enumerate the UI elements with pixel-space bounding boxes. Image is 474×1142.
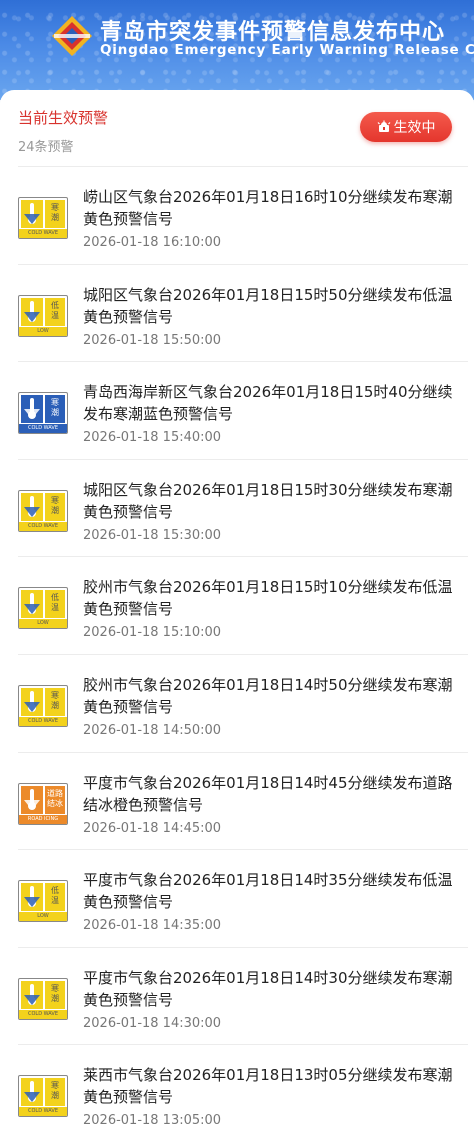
signal-code-text: COLD WAVE xyxy=(19,521,67,531)
signal-code-text: LOW xyxy=(19,619,67,629)
header-banner: 青岛市突发事件预警信息发布中心 Qingdao Emergency Early … xyxy=(0,0,474,100)
warning-title: 城阳区气象台2026年01月18日15时30分继续发布寒潮黄色预警信号 xyxy=(83,480,453,521)
warning-signal-icon-wrapper: 低 温 LOW xyxy=(18,294,68,337)
signal-code-text: COLD WAVE xyxy=(19,716,67,726)
active-filter-button[interactable]: 生效中 xyxy=(360,112,452,142)
warning-signal-icon-wrapper: 道路 结冰 ROAD ICING xyxy=(18,782,68,825)
signal-code-text: LOW xyxy=(19,912,67,922)
active-filter-label: 生效中 xyxy=(393,120,436,136)
warning-count: 24条预警 xyxy=(18,140,74,155)
cold-wave-yellow-icon: 寒 潮 COLD WAVE xyxy=(18,977,68,1020)
cold-wave-yellow-icon: 寒 潮 COLD WAVE xyxy=(18,684,68,727)
warning-item[interactable]: 道路 结冰 ROAD ICING 平度市气象台2026年01月18日14时45分继续… xyxy=(18,751,468,850)
warning-time: 2026-01-18 15:30:00 xyxy=(83,527,222,543)
signal-sign-text: 寒 潮 xyxy=(45,1078,65,1107)
warning-item[interactable]: 低 温 LOW 胶州市气象台2026年01月18日15时10分继续发布低温黄色预警信… xyxy=(18,556,468,654)
warning-title: 青岛西海岸新区气象台2026年01月18日15时40分继续发布寒潮蓝色预警信号 xyxy=(83,383,453,424)
signal-code-text: LOW xyxy=(19,326,67,336)
thermometer-icon xyxy=(21,883,43,912)
warning-title: 胶州市气象台2026年01月18日14时50分继续发布寒潮黄色预警信号 xyxy=(83,675,453,716)
thermometer-icon xyxy=(21,200,43,228)
signal-code-text: COLD WAVE xyxy=(19,229,67,238)
signal-code-text: COLD WAVE xyxy=(19,424,67,434)
warning-title: 城阳区气象台2026年01月18日15时50分继续发布低温黄色预警信号 xyxy=(83,285,453,326)
thermometer-icon xyxy=(21,1078,43,1107)
warning-time: 2026-01-18 14:50:00 xyxy=(83,722,222,738)
warning-title: 崂山区气象台2026年01月18日16时10分继续发布寒潮黄色预警信号 xyxy=(83,188,453,228)
warning-signal-icon-wrapper: 寒 潮 COLD WAVE xyxy=(18,489,68,532)
warning-title: 平度市气象台2026年01月18日14时35分继续发布低温黄色预警信号 xyxy=(83,871,453,912)
warning-time: 2026-01-18 14:35:00 xyxy=(83,918,222,934)
warning-item[interactable]: 寒 潮 COLD WAVE 平度市气象台2026年01月18日14时30分继续发布寒… xyxy=(18,946,468,1045)
warning-item[interactable]: 寒 潮 COLD WAVE 莱西市气象台2026年01月18日13时05分继续发布寒… xyxy=(18,1044,468,1142)
warning-time: 2026-01-18 15:40:00 xyxy=(83,430,222,446)
thermometer-icon xyxy=(21,590,43,619)
cold-wave-yellow-icon: 寒 潮 COLD WAVE xyxy=(18,1075,68,1118)
section-title: 当前生效预警 xyxy=(18,109,109,127)
signal-sign-text: 低 温 xyxy=(45,297,65,326)
signal-sign-text: 低 温 xyxy=(45,883,65,912)
warning-item[interactable]: 寒 潮 COLD WAVE 胶州市气象台2026年01月18日14时50分继续发布寒… xyxy=(18,653,468,752)
warning-title: 莱西市气象台2026年01月18日13时05分继续发布寒潮黄色预警信号 xyxy=(83,1066,453,1107)
warning-list-card: 当前生效预警 24条预警 生效中 寒 潮 COLD WAVE 崂山区气象台2026年… xyxy=(0,90,474,1142)
warning-signal-icon-wrapper: 寒 潮 COLD WAVE xyxy=(18,684,68,727)
cold-wave-yellow-icon: 寒 潮 COLD WAVE xyxy=(18,197,68,239)
signal-sign-text: 寒 潮 xyxy=(45,200,65,228)
warning-item[interactable]: 寒 潮 COLD WAVE 青岛西海岸新区气象台2026年01月18日15时40分继… xyxy=(18,361,468,459)
thermometer-icon xyxy=(21,492,43,521)
warning-signal-icon-wrapper: 寒 潮 COLD WAVE xyxy=(18,1075,68,1118)
road-icing-orange-icon: 道路 结冰 ROAD ICING xyxy=(18,782,68,825)
signal-code-text: ROAD ICING xyxy=(19,814,67,824)
signal-sign-text: 寒 潮 xyxy=(45,492,65,521)
warning-title: 胶州市气象台2026年01月18日15时10分继续发布低温黄色预警信号 xyxy=(83,578,453,619)
alarm-icon xyxy=(377,120,390,132)
cold-wave-blue-icon: 寒 潮 COLD WAVE xyxy=(18,392,68,435)
warning-item[interactable]: 寒 潮 COLD WAVE 城阳区气象台2026年01月18日15时30分继续发布寒… xyxy=(18,458,468,557)
thermometer-icon xyxy=(21,395,43,424)
warning-time: 2026-01-18 15:10:00 xyxy=(83,625,222,641)
thermometer-icon xyxy=(21,687,43,716)
warning-signal-icon-wrapper: 寒 潮 COLD WAVE xyxy=(18,392,68,435)
warning-time: 2026-01-18 13:05:00 xyxy=(83,1113,222,1129)
warning-item[interactable]: 低 温 LOW 城阳区气象台2026年01月18日15时50分继续发布低温黄色预警信… xyxy=(18,263,468,362)
banner-subtitle: Qingdao Emergency Early Warning Release … xyxy=(100,42,474,58)
signal-sign-text: 道路 结冰 xyxy=(45,785,65,814)
warning-time: 2026-01-18 16:10:00 xyxy=(83,235,222,250)
emergency-center-logo-icon xyxy=(52,16,92,56)
low-temperature-yellow-icon: 低 温 LOW xyxy=(18,294,68,337)
warning-list: 寒 潮 COLD WAVE 崂山区气象台2026年01月18日16时10分继续发布寒… xyxy=(18,166,468,1142)
low-temperature-yellow-icon: 低 温 LOW xyxy=(18,587,68,630)
warning-time: 2026-01-18 15:50:00 xyxy=(83,332,222,348)
warning-time: 2026-01-18 14:30:00 xyxy=(83,1015,222,1031)
thermometer-icon xyxy=(21,980,43,1009)
warning-title: 平度市气象台2026年01月18日14时30分继续发布寒潮黄色预警信号 xyxy=(83,968,453,1009)
signal-code-text: COLD WAVE xyxy=(19,1107,67,1117)
thermometer-icon xyxy=(21,297,43,326)
warning-time: 2026-01-18 14:45:00 xyxy=(83,820,222,836)
signal-sign-text: 低 温 xyxy=(45,590,65,619)
warning-item[interactable]: 寒 潮 COLD WAVE 崂山区气象台2026年01月18日16时10分继续发布寒… xyxy=(18,166,468,264)
warning-signal-icon-wrapper: 低 温 LOW xyxy=(18,587,68,630)
cold-wave-yellow-icon: 寒 潮 COLD WAVE xyxy=(18,489,68,532)
warning-signal-icon-wrapper: 低 温 LOW xyxy=(18,880,68,923)
low-temperature-yellow-icon: 低 温 LOW xyxy=(18,880,68,923)
signal-code-text: COLD WAVE xyxy=(19,1009,67,1019)
warning-title: 平度市气象台2026年01月18日14时45分继续发布道路结冰橙色预警信号 xyxy=(83,773,453,814)
signal-sign-text: 寒 潮 xyxy=(45,980,65,1009)
signal-sign-text: 寒 潮 xyxy=(45,395,65,424)
warning-signal-icon-wrapper: 寒 潮 COLD WAVE xyxy=(18,197,68,239)
thermometer-icon xyxy=(21,785,43,814)
signal-sign-text: 寒 潮 xyxy=(45,687,65,716)
warning-item[interactable]: 低 温 LOW 平度市气象台2026年01月18日14时35分继续发布低温黄色预警信… xyxy=(18,849,468,947)
warning-signal-icon-wrapper: 寒 潮 COLD WAVE xyxy=(18,977,68,1020)
